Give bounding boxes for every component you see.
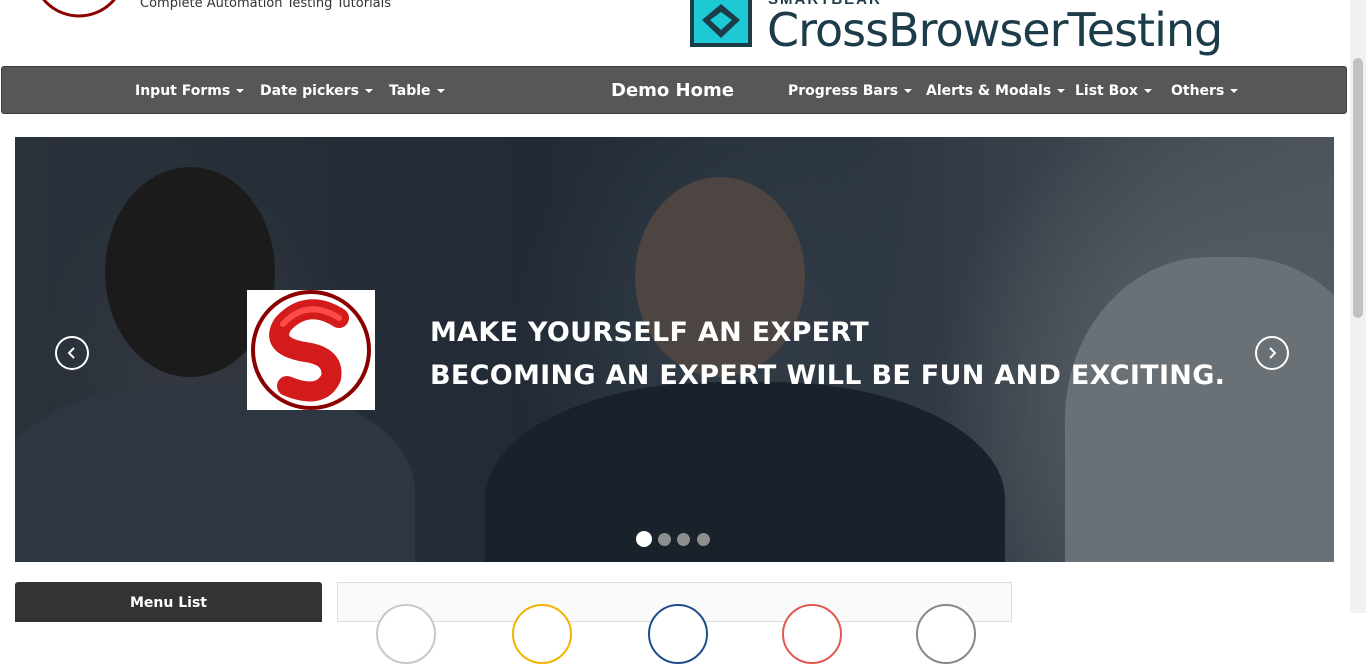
caret-down-icon (904, 89, 913, 93)
caret-down-icon (236, 89, 245, 93)
nav-label: Table (389, 83, 431, 99)
slide-subheadline: BECOMING AN EXPERT WILL BE FUN AND EXCIT… (430, 360, 1226, 391)
nav-list-box[interactable]: List Box (1075, 67, 1152, 113)
page-scrollbar[interactable] (1350, 0, 1366, 613)
carousel-indicator-4[interactable] (697, 533, 710, 546)
nav-label: Alerts & Modals (926, 83, 1052, 99)
ad-title[interactable]: CrossBrowserTesting (767, 3, 1223, 57)
caret-down-icon (364, 89, 373, 93)
hero-carousel: MAKE YOURSELF AN EXPERT BECOMING AN EXPE… (15, 137, 1334, 562)
slide-overlay (15, 137, 1334, 562)
scrollbar-thumb[interactable] (1353, 58, 1363, 318)
feature-circle-icon[interactable] (512, 604, 572, 664)
chevron-left-icon (67, 347, 75, 359)
slide-headline: MAKE YOURSELF AN EXPERT (430, 317, 870, 348)
caret-down-icon (1143, 89, 1152, 93)
caret-down-icon (1230, 89, 1239, 93)
feature-circle-icon[interactable] (782, 604, 842, 664)
carousel-indicator-1[interactable] (636, 531, 652, 547)
menu-list-header[interactable]: Menu List (15, 582, 322, 622)
feature-circle-icon[interactable] (916, 604, 976, 664)
nav-alerts-modals[interactable]: Alerts & Modals (926, 67, 1066, 113)
slide-brand-logo (247, 290, 375, 410)
site-tagline: Complete Automation Testing Tutorials (140, 0, 392, 11)
caret-down-icon (436, 89, 445, 93)
nav-label: Input Forms (135, 83, 231, 99)
nav-others[interactable]: Others (1171, 67, 1239, 113)
nav-label: Progress Bars (788, 83, 899, 99)
nav-label: Date pickers (260, 83, 359, 99)
main-navbar: Input Forms Date pickers Table Demo Home… (1, 66, 1347, 114)
page-header: Complete Automation Testing Tutorials SM… (0, 0, 1350, 66)
nav-date-pickers[interactable]: Date pickers (260, 67, 373, 113)
nav-table[interactable]: Table (389, 67, 445, 113)
carousel-indicator-2[interactable] (658, 533, 671, 546)
nav-label: List Box (1075, 83, 1138, 99)
nav-progress-bars[interactable]: Progress Bars (788, 67, 913, 113)
feature-circle-icon[interactable] (376, 604, 436, 664)
carousel-next-button[interactable] (1255, 336, 1289, 370)
nav-input-forms[interactable]: Input Forms (135, 67, 245, 113)
site-logo[interactable] (30, 0, 128, 28)
caret-down-icon (1057, 89, 1066, 93)
carousel-indicator-3[interactable] (677, 533, 690, 546)
feature-panel (337, 582, 1012, 664)
carousel-prev-button[interactable] (55, 336, 89, 370)
feature-circle-icon[interactable] (648, 604, 708, 664)
chevron-right-icon (1269, 347, 1277, 359)
crossbrowsertesting-logo-icon[interactable] (690, 0, 752, 47)
nav-demo-home[interactable]: Demo Home (611, 67, 734, 113)
nav-label: Others (1171, 83, 1225, 99)
